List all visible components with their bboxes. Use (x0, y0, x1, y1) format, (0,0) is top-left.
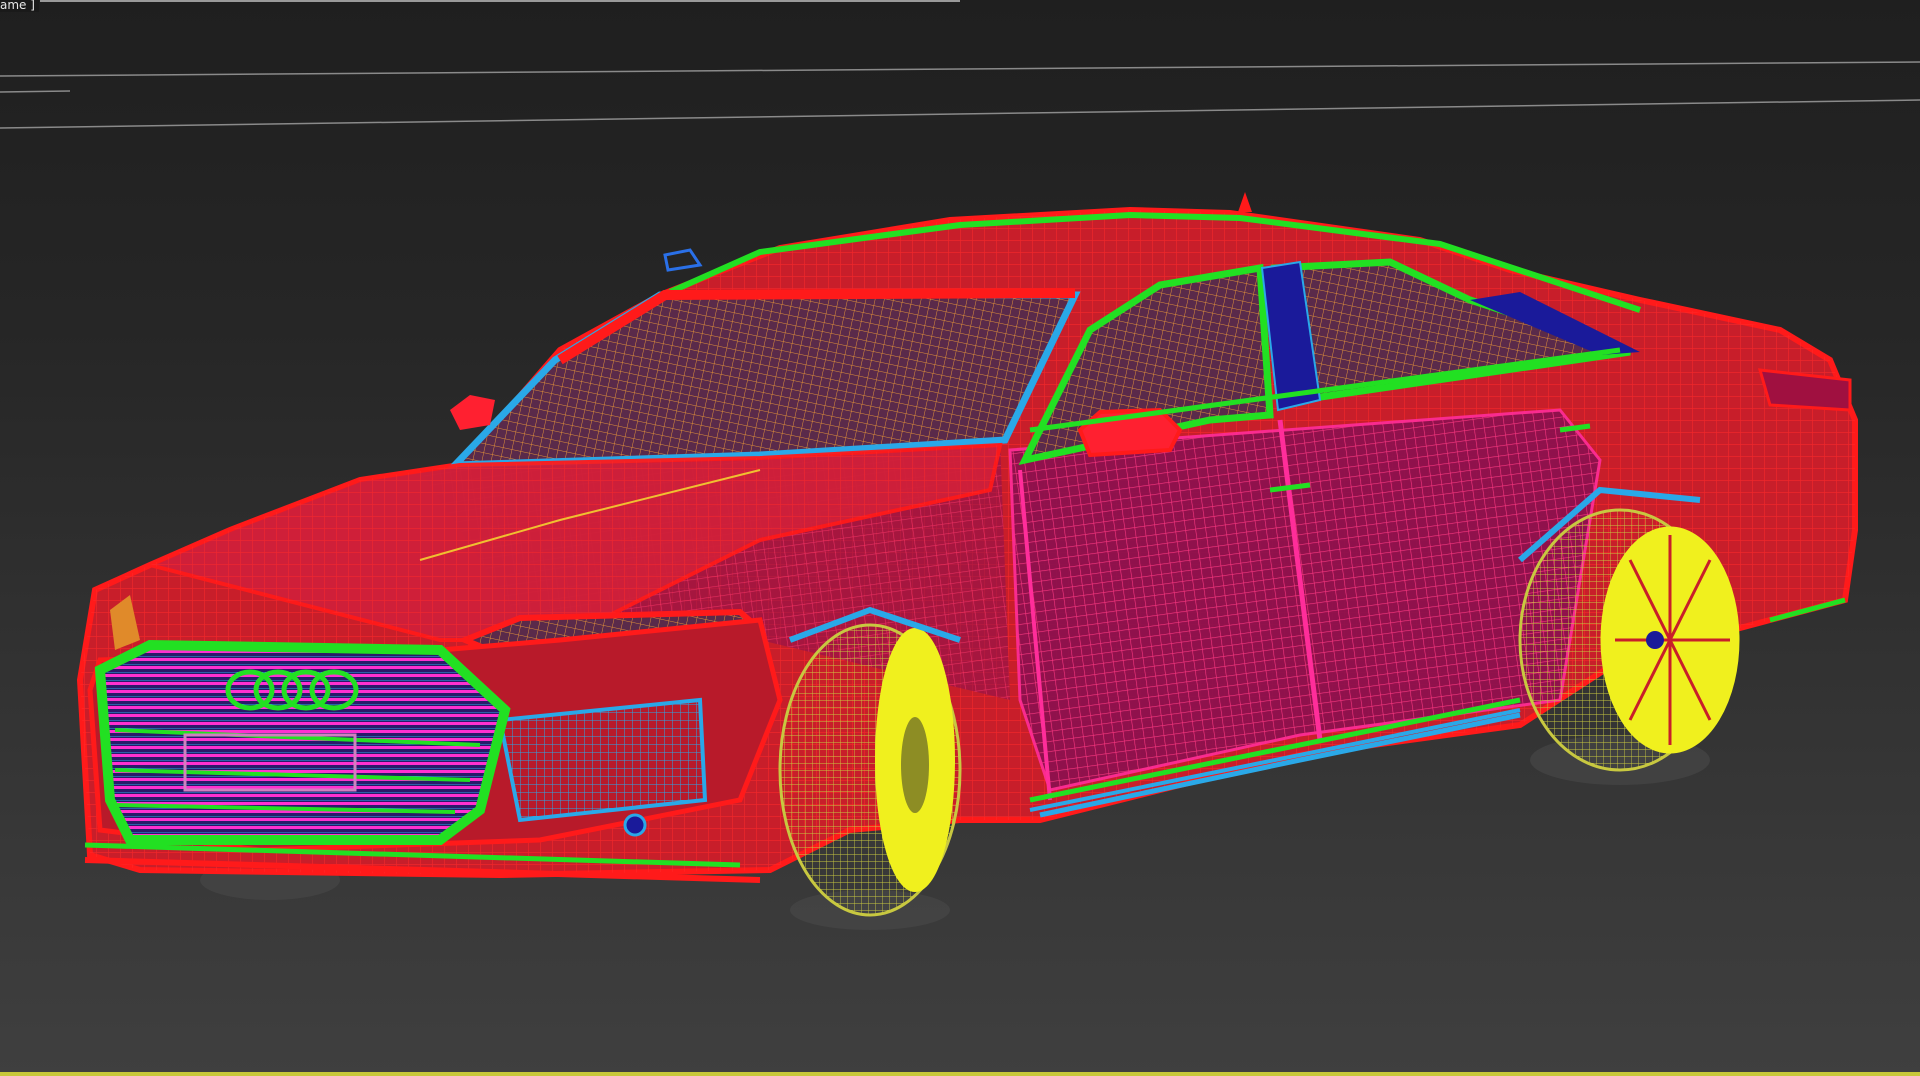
grid-lines (0, 61, 1920, 129)
wireframe-scene[interactable] (0, 0, 1920, 1076)
viewport-label[interactable]: ame ] (0, 0, 39, 12)
perspective-viewport[interactable]: ame ] (0, 0, 1920, 1076)
viewport-label-rule (40, 0, 960, 2)
windshield (446, 291, 1081, 469)
active-viewport-border (0, 1072, 1920, 1076)
car-wireframe-model[interactable] (76, 192, 1858, 917)
